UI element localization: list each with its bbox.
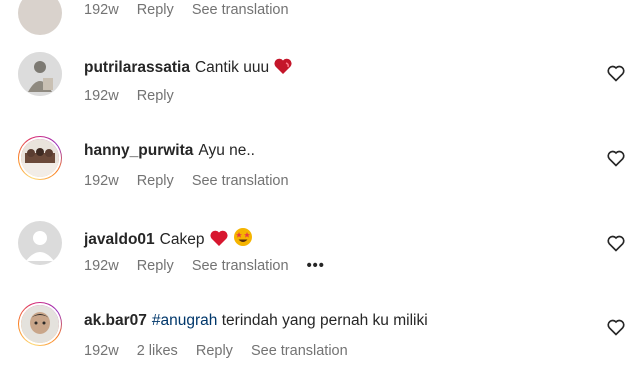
- comment-meta: 192w Reply See translation: [84, 2, 303, 18]
- see-translation-button[interactable]: See translation: [192, 2, 289, 18]
- see-translation-button[interactable]: See translation: [192, 258, 289, 274]
- comment-username[interactable]: ak.bar07: [84, 312, 147, 329]
- comment-meta: 192w Reply See translation: [84, 173, 303, 189]
- comment-time: 192w: [84, 88, 119, 104]
- heart-outline-icon[interactable]: [606, 233, 626, 253]
- reply-button[interactable]: Reply: [137, 88, 174, 104]
- avatar-image: [18, 52, 62, 96]
- comment-row: putrilarassatia Cantik uuu 192w Reply: [0, 50, 640, 135]
- star-eyes-emoji: [233, 227, 253, 252]
- avatar[interactable]: [18, 221, 62, 265]
- comment-username[interactable]: hanny_purwita: [84, 142, 193, 159]
- comment-username[interactable]: javaldo01: [84, 231, 155, 248]
- comment-time: 192w: [84, 173, 119, 189]
- comment-text: terindah yang pernah ku miliki: [221, 312, 428, 329]
- comment-time: 192w: [84, 2, 119, 18]
- comment-time: 192w: [84, 258, 119, 274]
- comment-text: Ayu ne..: [198, 142, 255, 159]
- comment-text-line: ak.bar07 #anugrah terindah yang pernah ku…: [84, 312, 428, 330]
- comment-text: Cakep: [159, 231, 205, 248]
- comment-text-line: putrilarassatia Cantik uuu: [84, 57, 293, 80]
- comment-row: ak.bar07 #anugrah terindah yang pernah ku…: [0, 302, 640, 390]
- see-translation-button[interactable]: See translation: [192, 173, 289, 189]
- hashtag-link[interactable]: #anugrah: [152, 312, 218, 329]
- heart-outline-icon[interactable]: [606, 148, 626, 168]
- reply-button[interactable]: Reply: [137, 173, 174, 189]
- comment-row: 192w Reply See translation: [0, 0, 640, 35]
- comment-meta: 192w Reply See translation •••: [84, 258, 339, 274]
- avatar[interactable]: [18, 302, 62, 346]
- comment-row: hanny_purwita Ayu ne.. 192w Reply See tra…: [0, 135, 640, 220]
- more-options-button[interactable]: •••: [307, 258, 325, 274]
- reply-button[interactable]: Reply: [137, 258, 174, 274]
- comment-text-line: hanny_purwita Ayu ne..: [84, 142, 255, 160]
- reply-button[interactable]: Reply: [137, 2, 174, 18]
- comment-meta: 192w 2 likes Reply See translation: [84, 343, 362, 359]
- heart-emoji: [273, 57, 293, 80]
- comment-text: Cantik uuu: [194, 59, 270, 76]
- comment-meta: 192w Reply: [84, 88, 188, 104]
- avatar-image: [21, 139, 59, 177]
- comment-time: 192w: [84, 343, 119, 359]
- likes-count[interactable]: 2 likes: [137, 343, 178, 359]
- avatar[interactable]: [18, 52, 62, 96]
- comment-row: javaldo01 Cakep 192w Reply See translatio…: [0, 220, 640, 305]
- see-translation-button[interactable]: See translation: [251, 343, 348, 359]
- comment-text-line: javaldo01 Cakep: [84, 227, 253, 252]
- heart-outline-icon[interactable]: [606, 63, 626, 83]
- comment-username[interactable]: putrilarassatia: [84, 59, 190, 76]
- heart-outline-icon[interactable]: [606, 317, 626, 337]
- avatar-image: [21, 305, 59, 343]
- avatar[interactable]: [18, 136, 62, 180]
- heart-emoji: [209, 229, 229, 252]
- reply-button[interactable]: Reply: [196, 343, 233, 359]
- avatar-image: [18, 221, 62, 265]
- avatar[interactable]: [18, 0, 62, 35]
